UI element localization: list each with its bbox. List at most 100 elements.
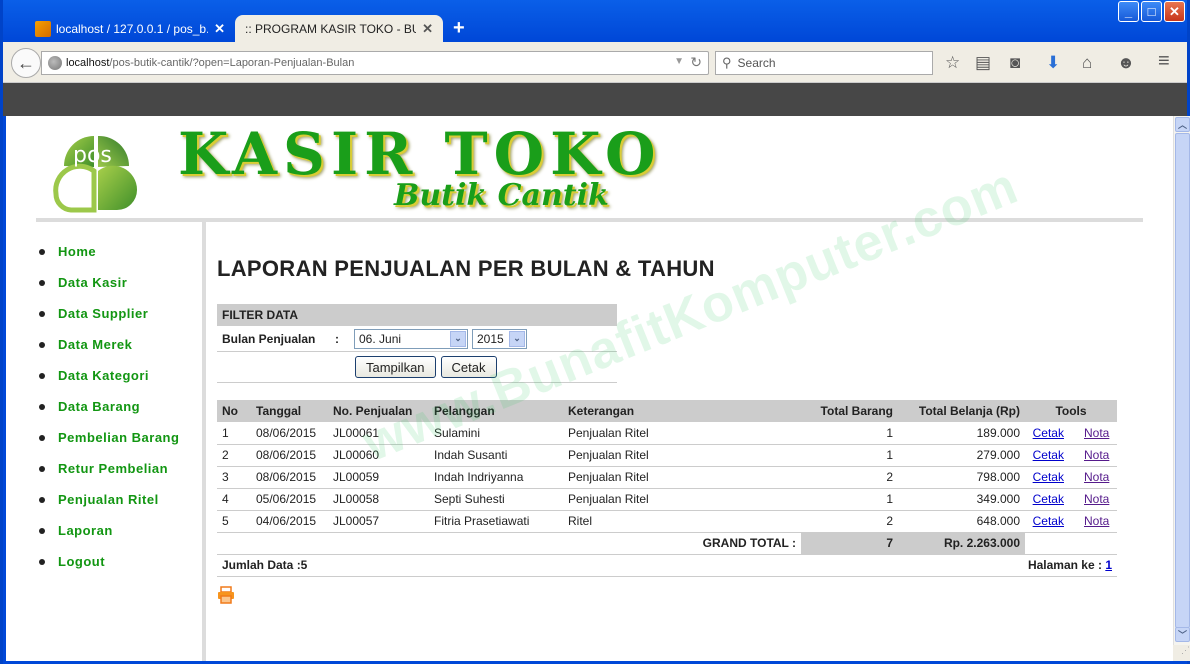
sidebar-menu: Home Data Kasir Data Supplier Data Merek… — [36, 236, 201, 577]
cell-pelanggan: Septi Suhesti — [429, 488, 563, 511]
menu-icon[interactable]: ≡ — [1158, 50, 1170, 73]
year-select[interactable]: 2015 ⌄ — [472, 328, 527, 349]
cell-total-barang: 1 — [801, 444, 898, 467]
sidebar-item-logout[interactable]: Logout — [36, 546, 201, 577]
sidebar-link[interactable]: Pembelian Barang — [58, 430, 179, 445]
grand-total-row: GRAND TOTAL : 7 Rp. 2.263.000 — [217, 532, 1117, 555]
minimize-button[interactable]: _ — [1118, 1, 1139, 22]
vertical-scrollbar[interactable]: ︿ ﹀ — [1173, 116, 1190, 645]
sidebar-link[interactable]: Logout — [58, 554, 105, 569]
tab-label: :: PROGRAM KASIR TOKO - BUTIK... — [245, 21, 416, 36]
year-value: 2015 — [477, 331, 504, 346]
tampilkan-button[interactable]: Tampilkan — [355, 356, 436, 378]
table-row: 1 08/06/2015 JL00061 Sulamini Penjualan … — [217, 422, 1117, 445]
month-value: 06. Juni — [359, 331, 402, 346]
bullet-icon — [39, 527, 45, 534]
close-tab-icon[interactable]: ✕ — [422, 21, 433, 37]
sidebar-item-data-kasir[interactable]: Data Kasir — [36, 267, 201, 298]
cetak-link[interactable]: Cetak — [1033, 426, 1064, 440]
nota-link[interactable]: Nota — [1084, 470, 1109, 484]
reload-icon[interactable]: ↻ — [690, 54, 702, 71]
cell-keterangan: Penjualan Ritel — [563, 466, 801, 489]
home-icon[interactable]: ⌂ — [1082, 53, 1092, 73]
sidebar-item-data-supplier[interactable]: Data Supplier — [36, 298, 201, 329]
sidebar-item-laporan[interactable]: Laporan — [36, 515, 201, 546]
cell-no: 3 — [217, 466, 251, 489]
cetak-link[interactable]: Cetak — [1033, 514, 1064, 528]
cell-total-belanja: 189.000 — [898, 422, 1025, 445]
scroll-down-icon[interactable]: ﹀ — [1175, 627, 1190, 642]
sidebar-item-penjualan-ritel[interactable]: Penjualan Ritel — [36, 484, 201, 515]
search-icon: ⚲ — [722, 55, 732, 70]
smiley-feedback-icon[interactable]: ☻ — [1117, 53, 1135, 73]
cell-no: 5 — [217, 510, 251, 533]
sidebar-item-data-merek[interactable]: Data Merek — [36, 329, 201, 360]
bullet-icon — [39, 279, 45, 286]
sidebar-item-data-kategori[interactable]: Data Kategori — [36, 360, 201, 391]
nota-link[interactable]: Nota — [1084, 426, 1109, 440]
sidebar-link[interactable]: Laporan — [58, 523, 113, 538]
cetak-link[interactable]: Cetak — [1033, 448, 1064, 462]
bulan-penjualan-label: Bulan Penjualan — [222, 331, 316, 346]
title-bar: localhost / 127.0.0.1 / pos_b... ✕ :: PR… — [3, 0, 1187, 42]
sidebar-item-home[interactable]: Home — [36, 236, 201, 267]
sidebar-link[interactable]: Home — [58, 244, 96, 259]
month-select[interactable]: 06. Juni ⌄ — [354, 328, 468, 349]
pocket-icon[interactable]: ◙ — [1010, 53, 1020, 73]
cell-no-penjualan: JL00059 — [328, 466, 429, 489]
nota-link[interactable]: Nota — [1084, 514, 1109, 528]
bullet-icon — [39, 310, 45, 317]
url-path: /pos-butik-cantik/?open=Laporan-Penjuala… — [109, 57, 355, 69]
back-button[interactable]: ← — [11, 48, 41, 78]
search-placeholder: Search — [737, 56, 776, 70]
close-tab-icon[interactable]: ✕ — [214, 21, 225, 37]
cell-tanggal: 08/06/2015 — [251, 422, 328, 445]
bullet-icon — [39, 465, 45, 472]
printer-icon[interactable] — [217, 586, 235, 604]
reading-list-icon[interactable]: ▤ — [975, 53, 991, 73]
scroll-up-icon[interactable]: ︿ — [1175, 117, 1190, 132]
cell-no-penjualan: JL00057 — [328, 510, 429, 533]
cetak-link[interactable]: Cetak — [1033, 470, 1064, 484]
new-tab-button[interactable]: + — [453, 17, 465, 39]
close-window-button[interactable]: ✕ — [1164, 1, 1185, 22]
page-link-1[interactable]: 1 — [1105, 558, 1112, 572]
sidebar-link[interactable]: Data Kasir — [58, 275, 127, 290]
tab-kasir-toko[interactable]: :: PROGRAM KASIR TOKO - BUTIK... ✕ — [235, 15, 443, 42]
resize-grip-icon[interactable]: ⋰ — [1173, 645, 1190, 661]
maximize-button[interactable]: □ — [1141, 1, 1162, 22]
download-icon[interactable]: ⬇ — [1046, 53, 1060, 73]
sidebar-link[interactable]: Penjualan Ritel — [58, 492, 159, 507]
cetak-button[interactable]: Cetak — [440, 356, 497, 378]
scroll-thumb[interactable] — [1175, 133, 1190, 628]
chevron-down-icon[interactable]: ⌄ — [450, 330, 466, 347]
cell-no: 1 — [217, 422, 251, 445]
table-row: 2 08/06/2015 JL00060 Indah Susanti Penju… — [217, 444, 1117, 467]
cell-total-belanja: 798.000 — [898, 466, 1025, 489]
sidebar-item-data-barang[interactable]: Data Barang — [36, 391, 201, 422]
bookmark-star-icon[interactable]: ☆ — [945, 53, 960, 73]
bullet-icon — [39, 248, 45, 255]
bullet-icon — [39, 558, 45, 565]
sidebar-link[interactable]: Data Supplier — [58, 306, 148, 321]
col-no-penjualan: No. Penjualan — [328, 400, 429, 422]
cell-tanggal: 04/06/2015 — [251, 510, 328, 533]
search-input[interactable]: ⚲ Search — [715, 51, 933, 75]
nota-link[interactable]: Nota — [1084, 448, 1109, 462]
sidebar-link[interactable]: Data Kategori — [58, 368, 149, 383]
sidebar-link[interactable]: Data Barang — [58, 399, 140, 414]
cell-total-barang: 1 — [801, 488, 898, 511]
url-bar[interactable]: localhost/pos-butik-cantik/?open=Laporan… — [41, 51, 709, 75]
brand-subtitle: Butik Cantik — [394, 178, 609, 213]
tab-phpmyadmin[interactable]: localhost / 127.0.0.1 / pos_b... ✕ — [25, 15, 235, 42]
sidebar-link[interactable]: Retur Pembelian — [58, 461, 168, 476]
sidebar-item-retur-pembelian[interactable]: Retur Pembelian — [36, 453, 201, 484]
cell-keterangan: Penjualan Ritel — [563, 488, 801, 511]
sidebar-item-pembelian-barang[interactable]: Pembelian Barang — [36, 422, 201, 453]
cetak-link[interactable]: Cetak — [1033, 492, 1064, 506]
sidebar-link[interactable]: Data Merek — [58, 337, 132, 352]
cell-keterangan: Penjualan Ritel — [563, 422, 801, 445]
history-dropdown-icon[interactable]: ▼ — [674, 56, 684, 67]
nota-link[interactable]: Nota — [1084, 492, 1109, 506]
chevron-down-icon[interactable]: ⌄ — [509, 330, 525, 347]
